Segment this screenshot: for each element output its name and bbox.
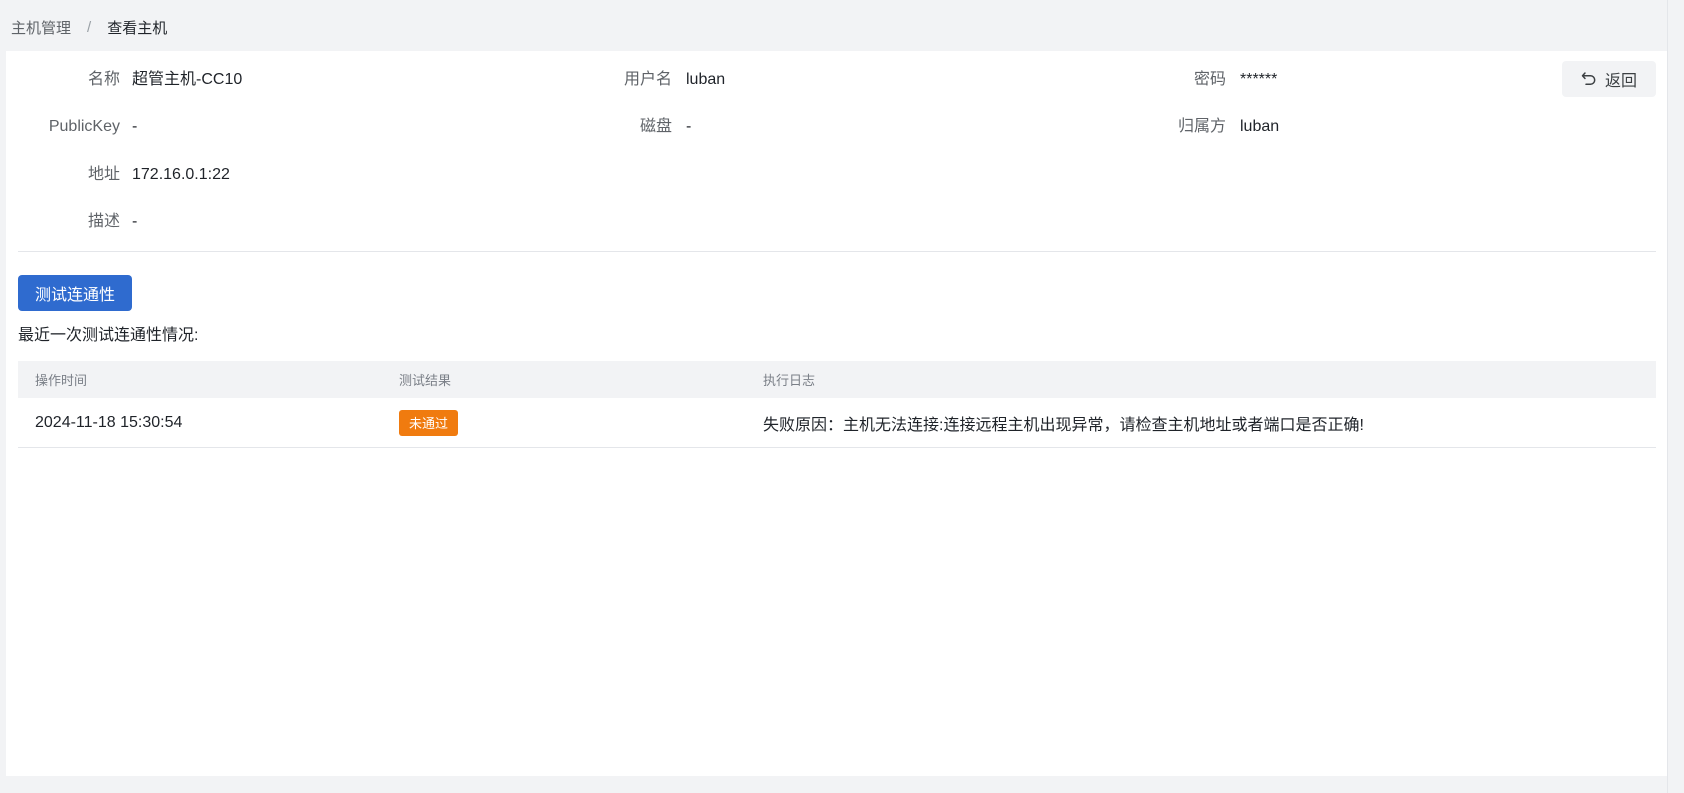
breadcrumb-separator: / (87, 18, 92, 36)
undo-arrow-icon (1581, 71, 1597, 87)
status-badge: 未通过 (399, 409, 459, 436)
test-connectivity-button[interactable]: 测试连通性 (18, 275, 132, 311)
back-button-label: 返回 (1604, 73, 1637, 90)
publickey-label: PublicKey (48, 118, 120, 135)
cell-execution-log: 失败原因：主机无法连接:连接远程主机出现异常，请检查主机地址或者端口是否正确! (763, 416, 1364, 434)
column-header-time: 操作时间 (35, 373, 88, 388)
address-value: 172.16.0.1:22 (132, 166, 230, 183)
address-label: 地址 (87, 166, 120, 183)
column-header-log: 执行日志 (763, 373, 816, 388)
owner-label: 归属方 (1177, 118, 1226, 135)
breadcrumb: 主机管理 / 查看主机 (11, 16, 167, 38)
breadcrumb-parent-link[interactable]: 主机管理 (11, 17, 71, 38)
table-header: 操作时间 测试结果 执行日志 (18, 361, 1656, 398)
username-value: luban (686, 71, 726, 88)
publickey-value: - (132, 118, 138, 135)
disk-label: 磁盘 (639, 118, 672, 135)
cell-operation-time: 2024-11-18 15:30:54 (35, 413, 183, 431)
username-label: 用户名 (623, 71, 672, 88)
name-label: 名称 (87, 71, 120, 88)
scroll-gutter (1667, 0, 1684, 793)
disk-value: - (686, 118, 692, 135)
table-row: 2024-11-18 15:30:54 未通过 失败原因：主机无法连接:连接远程… (18, 398, 1656, 448)
back-button[interactable]: 返回 (1562, 61, 1656, 97)
owner-value: luban (1240, 118, 1280, 135)
last-test-caption: 最近一次测试连通性情况: (18, 327, 199, 344)
password-value: ****** (1240, 71, 1278, 88)
section-divider (18, 251, 1656, 252)
password-label: 密码 (1193, 71, 1226, 88)
description-label: 描述 (87, 213, 120, 230)
description-value: - (132, 213, 138, 230)
cell-test-result: 未通过 (399, 398, 459, 447)
column-header-result: 测试结果 (399, 373, 452, 388)
breadcrumb-current: 查看主机 (107, 19, 168, 37)
name-value: 超管主机-CC10 (132, 71, 243, 88)
connectivity-table: 操作时间 测试结果 执行日志 2024-11-18 15:30:54 未通过 失… (18, 361, 1656, 448)
